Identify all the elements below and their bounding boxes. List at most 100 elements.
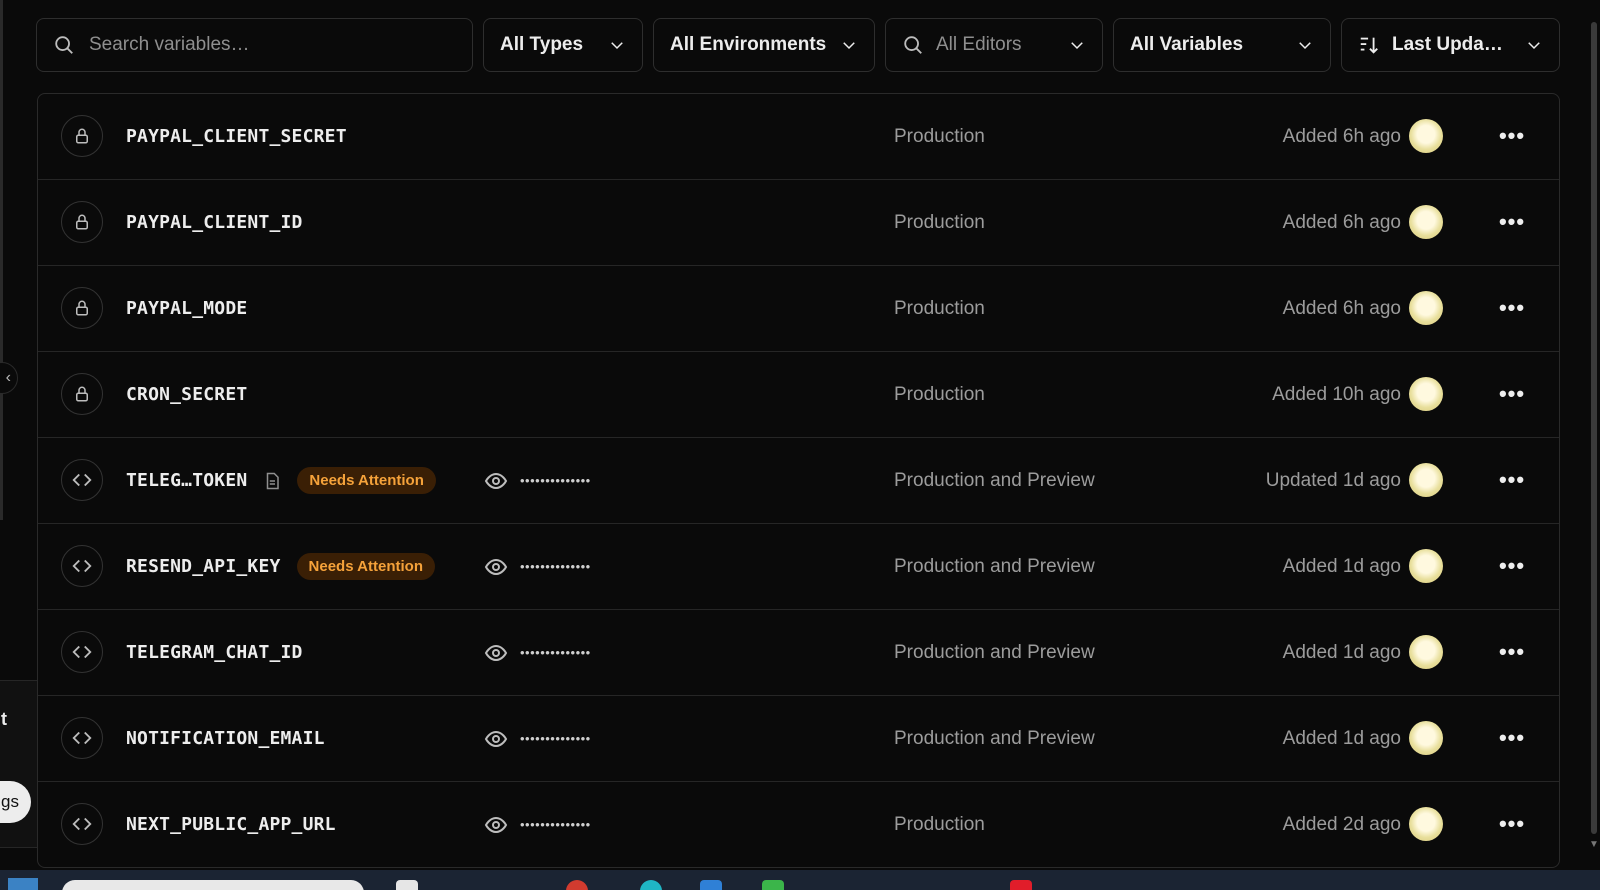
environment-filter-dropdown[interactable]: All Environments xyxy=(653,18,875,72)
variable-row[interactable]: TELEGRAM_CHAT_ID •••••••••••••• Producti… xyxy=(38,610,1559,696)
variable-row[interactable]: PAYPAL_CLIENT_SECRET Production Added 6h… xyxy=(38,94,1559,180)
type-filter-label: All Types xyxy=(500,34,584,55)
needs-attention-badge: Needs Attention xyxy=(297,467,436,494)
variable-environment: Production xyxy=(894,211,985,233)
variable-name-group: RESEND_API_KEY Needs Attention xyxy=(126,524,435,609)
masked-value: •••••••••••••• xyxy=(520,731,591,746)
avatar xyxy=(1409,377,1443,411)
more-options-button[interactable]: ••• xyxy=(1495,463,1529,497)
search-input[interactable] xyxy=(87,33,456,57)
variable-environment: Production and Preview xyxy=(894,727,1095,749)
ellipsis-icon: ••• xyxy=(1498,295,1526,320)
variable-row[interactable]: NOTIFICATION_EMAIL •••••••••••••• Produc… xyxy=(38,696,1559,782)
search-icon xyxy=(53,34,75,56)
eye-icon[interactable] xyxy=(484,813,508,837)
masked-value: •••••••••••••• xyxy=(520,559,591,574)
sort-dropdown[interactable]: Last Upda… xyxy=(1341,18,1560,72)
variable-row[interactable]: PAYPAL_MODE Production Added 6h ago ••• xyxy=(38,266,1559,352)
more-options-button[interactable]: ••• xyxy=(1495,205,1529,239)
taskbar-search[interactable] xyxy=(62,880,364,890)
code-icon[interactable] xyxy=(61,545,103,587)
variable-row[interactable]: NEXT_PUBLIC_APP_URL •••••••••••••• Produ… xyxy=(38,782,1559,867)
scroll-down-arrow-icon[interactable]: ▼ xyxy=(1589,839,1599,850)
variable-updated: Added 6h ago xyxy=(1282,125,1401,147)
taskbar-app-icon[interactable] xyxy=(640,880,662,890)
chevron-left-icon: ‹ xyxy=(5,369,11,386)
variable-name[interactable]: RESEND_API_KEY xyxy=(126,556,281,577)
variable-updated: Added 2d ago xyxy=(1282,813,1401,835)
variable-name-group: PAYPAL_CLIENT_SECRET xyxy=(126,94,347,179)
variable-value: •••••••••••••• xyxy=(484,438,591,523)
lock-icon[interactable] xyxy=(61,115,103,157)
variable-name[interactable]: PAYPAL_MODE xyxy=(126,298,247,319)
code-icon[interactable] xyxy=(61,717,103,759)
avatar xyxy=(1409,205,1443,239)
variable-name[interactable]: PAYPAL_CLIENT_SECRET xyxy=(126,126,347,147)
variable-row[interactable]: PAYPAL_CLIENT_ID Production Added 6h ago… xyxy=(38,180,1559,266)
lock-icon[interactable] xyxy=(61,373,103,415)
variable-environment: Production and Preview xyxy=(894,555,1095,577)
ellipsis-icon: ••• xyxy=(1498,811,1526,836)
eye-icon[interactable] xyxy=(484,469,508,493)
variable-name[interactable]: TELEG…TOKEN xyxy=(126,470,247,491)
needs-attention-badge: Needs Attention xyxy=(296,553,435,580)
variable-name[interactable]: NOTIFICATION_EMAIL xyxy=(126,728,325,749)
more-options-button[interactable]: ••• xyxy=(1495,291,1529,325)
variable-name[interactable]: CRON_SECRET xyxy=(126,384,247,405)
sort-icon xyxy=(1358,34,1380,56)
code-icon[interactable] xyxy=(61,459,103,501)
chevron-down-icon xyxy=(1296,36,1314,54)
left-edge-divider xyxy=(0,0,3,520)
lock-icon[interactable] xyxy=(61,287,103,329)
eye-icon[interactable] xyxy=(484,555,508,579)
taskbar-app-icon[interactable] xyxy=(700,880,722,890)
more-options-button[interactable]: ••• xyxy=(1495,119,1529,153)
sort-label: Last Upda… xyxy=(1392,34,1503,55)
masked-value: •••••••••••••• xyxy=(520,645,591,660)
lock-icon[interactable] xyxy=(61,201,103,243)
search-field[interactable] xyxy=(36,18,473,72)
sidebar-collapse-handle[interactable]: ‹ xyxy=(0,362,18,394)
variable-row[interactable]: TELEG…TOKEN Needs Attention ••••••••••••… xyxy=(38,438,1559,524)
more-options-button[interactable]: ••• xyxy=(1495,377,1529,411)
variable-name-group: CRON_SECRET xyxy=(126,352,247,437)
scrollbar[interactable]: ▼ xyxy=(1588,0,1600,850)
more-options-button[interactable]: ••• xyxy=(1495,549,1529,583)
variable-name-group: TELEG…TOKEN Needs Attention xyxy=(126,438,436,523)
taskbar-app-icon[interactable] xyxy=(396,880,418,890)
code-icon[interactable] xyxy=(61,803,103,845)
variable-environment: Production xyxy=(894,297,985,319)
variable-name[interactable]: TELEGRAM_CHAT_ID xyxy=(126,642,303,663)
variable-updated: Added 6h ago xyxy=(1282,211,1401,233)
scrollbar-thumb[interactable] xyxy=(1591,22,1597,834)
variable-name[interactable]: NEXT_PUBLIC_APP_URL xyxy=(126,814,336,835)
side-popover-button[interactable]: gs xyxy=(0,781,31,823)
ellipsis-icon: ••• xyxy=(1498,725,1526,750)
start-button[interactable] xyxy=(8,878,38,890)
variable-filter-dropdown[interactable]: All Variables xyxy=(1113,18,1331,72)
variable-value: •••••••••••••• xyxy=(484,696,591,781)
ellipsis-icon: ••• xyxy=(1498,381,1526,406)
taskbar-app-icon[interactable] xyxy=(566,880,588,890)
variable-environment: Production xyxy=(894,813,985,835)
taskbar-app-icon[interactable] xyxy=(1010,880,1032,890)
document-icon[interactable] xyxy=(263,471,281,491)
more-options-button[interactable]: ••• xyxy=(1495,721,1529,755)
variable-row[interactable]: RESEND_API_KEY Needs Attention •••••••••… xyxy=(38,524,1559,610)
type-filter-dropdown[interactable]: All Types xyxy=(483,18,643,72)
variable-name[interactable]: PAYPAL_CLIENT_ID xyxy=(126,212,303,233)
masked-value: •••••••••••••• xyxy=(520,473,591,488)
editor-filter-dropdown[interactable]: All Editors xyxy=(885,18,1103,72)
avatar xyxy=(1409,807,1443,841)
variable-row[interactable]: CRON_SECRET Production Added 10h ago ••• xyxy=(38,352,1559,438)
eye-icon[interactable] xyxy=(484,727,508,751)
eye-icon[interactable] xyxy=(484,641,508,665)
variable-updated: Added 10h ago xyxy=(1272,383,1401,405)
taskbar-app-icon[interactable] xyxy=(762,880,784,890)
code-icon[interactable] xyxy=(61,631,103,673)
more-options-button[interactable]: ••• xyxy=(1495,635,1529,669)
more-options-button[interactable]: ••• xyxy=(1495,807,1529,841)
variables-list: PAYPAL_CLIENT_SECRET Production Added 6h… xyxy=(37,93,1560,868)
variable-environment: Production and Preview xyxy=(894,641,1095,663)
avatar xyxy=(1409,291,1443,325)
